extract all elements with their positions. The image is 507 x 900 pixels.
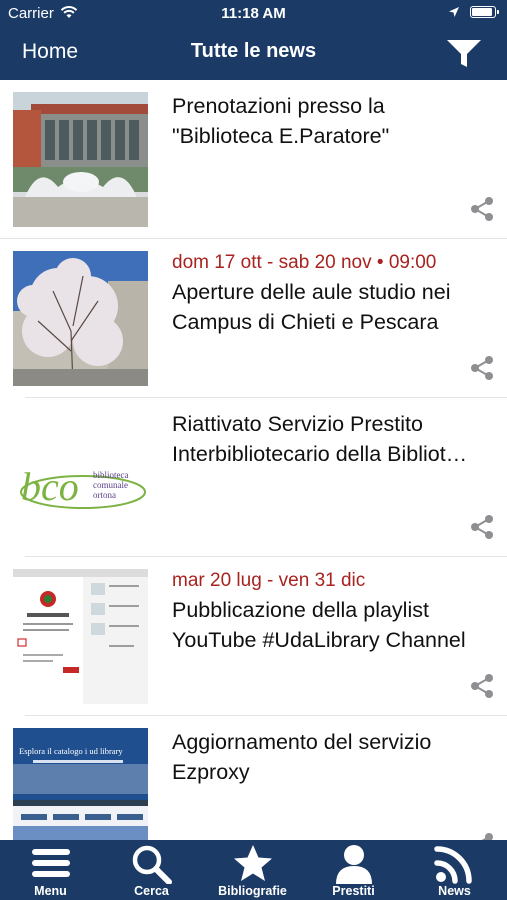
tab-label: Menu	[34, 884, 67, 898]
news-thumbnail: Esplora il catalogo i ud library	[13, 728, 148, 840]
battery-level	[472, 8, 492, 16]
tab-cerca[interactable]: Cerca	[101, 840, 202, 900]
news-thumbnail	[13, 569, 148, 704]
news-title: Riattivato Servizio Prestito Interbiblio…	[172, 412, 468, 466]
search-icon	[132, 845, 172, 884]
rss-icon	[434, 846, 472, 884]
tab-label: Cerca	[134, 884, 169, 898]
tab-label: Prestiti	[332, 884, 375, 898]
star-icon	[234, 845, 272, 881]
news-thumbnail: bco biblioteca comunale ortona	[13, 410, 148, 545]
logo-line-1: biblioteca	[93, 470, 129, 480]
share-icon[interactable]	[470, 832, 494, 840]
location-arrow-icon	[449, 7, 459, 17]
news-date: dom 17 ott - sab 20 nov • 09:00	[172, 252, 437, 273]
status-bar: Carrier 11:18 AM	[0, 0, 507, 28]
news-thumbnail	[13, 92, 148, 227]
news-list[interactable]: Prenotazioni presso la "Biblioteca E.Par…	[0, 80, 507, 840]
user-icon	[336, 845, 372, 884]
news-title: Aggiornamento del servizio Ezproxy	[172, 730, 432, 784]
page-title: Tutte le news	[190, 40, 317, 62]
share-icon[interactable]	[470, 673, 494, 699]
tab-bar: Menu Cerca Bibliografie Prestiti News	[0, 840, 507, 900]
tab-label: Bibliografie	[218, 884, 287, 898]
menu-icon	[32, 849, 70, 877]
news-item[interactable]: bco biblioteca comunale ortona Riattivat…	[0, 398, 507, 557]
news-thumbnail	[13, 251, 148, 386]
tab-bibliografie[interactable]: Bibliografie	[202, 840, 303, 900]
tab-menu[interactable]: Menu	[0, 840, 101, 900]
news-title: Aperture delle aule studio nei Campus di…	[172, 280, 451, 334]
news-item[interactable]: Prenotazioni presso la "Biblioteca E.Par…	[0, 80, 507, 239]
news-item[interactable]: mar 20 lug - ven 31 dic Pubblicazione de…	[0, 557, 507, 716]
news-item[interactable]: dom 17 ott - sab 20 nov • 09:00 Aperture…	[0, 239, 507, 398]
top-bar: Carrier 11:18 AM Home Tutte le news	[0, 0, 507, 80]
tab-label: News	[438, 884, 471, 898]
thumb-caption: Esplora il catalogo i ud library	[19, 746, 123, 756]
news-title: Pubblicazione della playlist YouTube #Ud…	[172, 598, 466, 652]
news-item[interactable]: Esplora il catalogo i ud library Aggiorn…	[0, 716, 507, 840]
share-icon[interactable]	[470, 355, 494, 381]
news-title: Prenotazioni presso la "Biblioteca E.Par…	[172, 94, 390, 148]
tab-news[interactable]: News	[404, 840, 505, 900]
share-icon[interactable]	[470, 514, 494, 540]
share-icon[interactable]	[470, 196, 494, 222]
battery-icon	[470, 6, 499, 18]
logo-line-3: ortona	[93, 490, 116, 500]
status-time: 11:18 AM	[221, 5, 286, 22]
logo-line-2: comunale	[93, 480, 128, 490]
filter-icon[interactable]	[446, 38, 482, 70]
tab-prestiti[interactable]: Prestiti	[303, 840, 404, 900]
logo-mark: bco	[21, 464, 79, 509]
news-date: mar 20 lug - ven 31 dic	[172, 570, 366, 591]
